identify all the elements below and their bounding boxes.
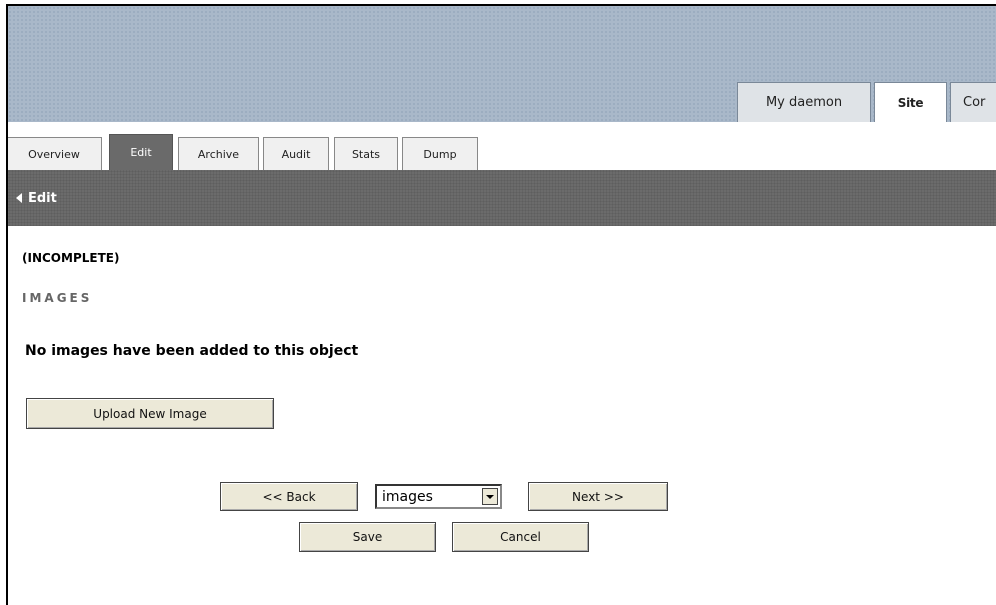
edit-back-label: Edit	[28, 190, 57, 206]
app-window: My daemon Site Cor Overview Edit Archive…	[6, 4, 996, 605]
sub-tab-audit[interactable]: Audit	[263, 137, 329, 170]
sub-tab-overview[interactable]: Overview	[8, 137, 102, 170]
header-banner: My daemon Site Cor	[8, 6, 996, 123]
triangle-left-icon	[16, 193, 22, 203]
section-select[interactable]: images	[375, 484, 502, 509]
edit-back-link[interactable]: Edit	[16, 191, 57, 206]
section-select-value: images	[382, 488, 433, 505]
chevron-down-icon[interactable]	[482, 488, 498, 505]
section-heading: IMAGES	[22, 291, 93, 305]
upload-image-button[interactable]: Upload New Image	[26, 398, 274, 429]
next-button[interactable]: Next >>	[528, 482, 668, 511]
top-tab-site[interactable]: Site	[874, 82, 947, 123]
empty-message: No images have been added to this object	[25, 343, 359, 359]
sub-tab-dump[interactable]: Dump	[402, 137, 478, 170]
status-label: (INCOMPLETE)	[22, 251, 120, 265]
sub-tab-edit[interactable]: Edit	[109, 134, 173, 170]
cancel-button[interactable]: Cancel	[452, 522, 589, 552]
sub-tab-bar: Overview Edit Archive Audit Stats Dump	[8, 122, 996, 170]
top-tab-cor[interactable]: Cor	[950, 82, 996, 122]
back-button[interactable]: << Back	[220, 482, 358, 511]
sub-tab-archive[interactable]: Archive	[178, 137, 259, 170]
sub-tab-stats[interactable]: Stats	[334, 137, 398, 170]
save-button[interactable]: Save	[299, 522, 436, 552]
edit-bar: Edit	[8, 170, 996, 226]
top-tab-my-daemon[interactable]: My daemon	[737, 82, 871, 122]
